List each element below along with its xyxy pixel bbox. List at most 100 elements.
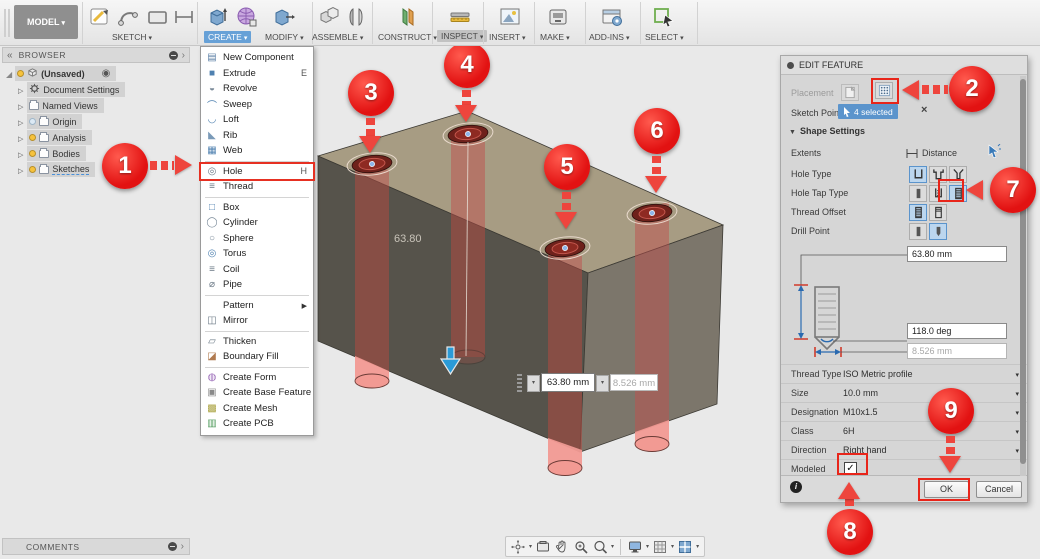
drill-point-flat-button[interactable] (909, 223, 927, 240)
collapse-panel-icon[interactable] (7, 50, 19, 61)
menu-item-loft[interactable]: ◡ Loft (201, 112, 313, 128)
spline-icon[interactable] (117, 5, 141, 29)
panel-scrollbar[interactable] (1020, 76, 1026, 476)
menu-item-torus[interactable]: ◎ Torus (201, 246, 313, 262)
browser-expand-icon[interactable] (182, 50, 185, 61)
sketch-menu[interactable]: SKETCH (112, 32, 152, 42)
depth-stepper-left[interactable]: ▾ (527, 375, 540, 392)
inspect-menu[interactable]: INSPECT (437, 30, 488, 42)
orbit-icon[interactable] (510, 539, 526, 555)
create-menu-button[interactable]: CREATE (204, 31, 252, 43)
joint-tool-icon[interactable] (344, 5, 368, 29)
menu-item-mirror[interactable]: ◫ Mirror (201, 313, 313, 329)
class-value[interactable]: 6H (843, 426, 1015, 436)
press-pull-icon[interactable] (272, 5, 296, 29)
insert-menu[interactable]: INSERT (489, 32, 526, 42)
menu-item-sphere[interactable]: ○ Sphere (201, 231, 313, 247)
direction-value[interactable]: Right hand (843, 445, 1015, 455)
thread-type-row[interactable]: Thread Type ISO Metric profile (781, 364, 1027, 383)
menu-item-hole[interactable]: ◎ Hole H (199, 161, 315, 181)
sketch-dimension-icon[interactable] (172, 5, 196, 29)
size-value[interactable]: 10.0 mm (843, 388, 1015, 398)
flip-direction-icon[interactable] (987, 144, 1001, 158)
class-row[interactable]: Class 6H (781, 421, 1027, 440)
orbit-caret-icon[interactable]: ▾ (529, 543, 532, 550)
construct-menu[interactable]: CONSTRUCT (378, 32, 437, 42)
new-component-tool-icon[interactable] (318, 5, 342, 29)
viewports-icon[interactable] (677, 539, 693, 555)
menu-item-web[interactable]: ▦ Web (201, 143, 313, 159)
shape-settings-section[interactable]: Shape Settings (789, 126, 865, 136)
pan-icon[interactable] (554, 539, 570, 555)
info-icon[interactable]: i (790, 481, 802, 493)
create-form-tool-icon[interactable] (234, 5, 258, 29)
clear-selection-icon[interactable] (921, 104, 927, 116)
viewports-caret-icon[interactable]: ▾ (696, 543, 699, 550)
menu-item-thread[interactable]: ≡ Thread (201, 179, 313, 195)
thread-type-value[interactable]: ISO Metric profile (843, 369, 1015, 379)
cancel-button[interactable]: Cancel (976, 481, 1022, 498)
thread-offset-partial-button[interactable] (929, 204, 947, 221)
menu-item-pattern[interactable]: Pattern (201, 298, 313, 314)
menu-item-new-component[interactable]: ▤ New Component (201, 50, 313, 66)
depth-stepper-right[interactable]: ▾ (596, 375, 609, 392)
scrollbar-thumb[interactable] (1020, 79, 1026, 464)
workspace-switcher[interactable]: MODEL (14, 5, 78, 39)
menu-item-sweep[interactable]: ⌒ Sweep (201, 97, 313, 113)
sketch-points-selection-badge[interactable]: 4 selected (838, 104, 898, 119)
zoom-window-icon[interactable] (592, 539, 608, 555)
drill-point-angle-button[interactable] (929, 223, 947, 240)
menu-item-rib[interactable]: ◣ Rib (201, 128, 313, 144)
menu-item-create-mesh[interactable]: ▩ Create Mesh (201, 401, 313, 417)
grid-settings-icon[interactable] (652, 539, 668, 555)
comments-expand-icon[interactable] (181, 541, 184, 552)
zoom-icon[interactable] (573, 539, 589, 555)
depth-dimension-input[interactable]: 63.80 mm (541, 373, 595, 392)
tap-type-simple-button[interactable] (909, 185, 927, 202)
hole-type-simple-button[interactable] (909, 166, 927, 183)
menu-item-thicken[interactable]: ▱ Thicken (201, 334, 313, 350)
dimension-drag-handle[interactable] (517, 374, 522, 392)
extents-value[interactable]: Distance (922, 148, 957, 158)
menu-item-create-form[interactable]: ◍ Create Form (201, 370, 313, 386)
angle-field[interactable] (907, 323, 1007, 339)
menu-item-pipe[interactable]: ⌀ Pipe (201, 277, 313, 293)
dialog-header[interactable]: EDIT FEATURE (781, 56, 1027, 75)
menu-item-create-pcb[interactable]: ▥ Create PCB (201, 416, 313, 432)
measure-tool-icon[interactable] (448, 5, 472, 29)
extrude-tool-icon[interactable] (206, 5, 230, 29)
menu-item-cylinder[interactable]: ◯ Cylinder (201, 215, 313, 231)
insert-image-icon[interactable] (498, 5, 522, 29)
zoom-window-caret-icon[interactable]: ▾ (611, 543, 614, 550)
comments-options-icon[interactable] (167, 542, 177, 551)
direction-row[interactable]: Direction Right hand (781, 440, 1027, 459)
menu-item-extrude[interactable]: ■ Extrude E (201, 66, 313, 82)
placement-face-button[interactable] (841, 84, 859, 101)
browser-header[interactable]: BROWSER (2, 47, 190, 63)
designation-row[interactable]: Designation M10x1.5 (781, 402, 1027, 421)
rectangle-tool-icon[interactable] (146, 5, 170, 29)
menu-item-create-base-feature[interactable]: ▣ Create Base Feature (201, 385, 313, 401)
browser-options-icon[interactable] (168, 50, 178, 60)
addins-icon[interactable] (600, 5, 624, 29)
diameter-dimension-input[interactable]: 8.526 mm (610, 374, 658, 391)
construct-plane-icon[interactable] (396, 5, 420, 29)
size-row[interactable]: Size 10.0 mm (781, 383, 1027, 402)
modify-menu[interactable]: MODIFY (265, 32, 304, 42)
assemble-menu[interactable]: ASSEMBLE (312, 32, 363, 42)
display-settings-icon[interactable] (627, 539, 643, 555)
display-settings-caret-icon[interactable]: ▾ (646, 543, 649, 550)
tip-diameter-field[interactable] (907, 343, 1007, 359)
menu-item-coil[interactable]: ≡ Coil (201, 262, 313, 278)
select-tool-icon[interactable] (652, 5, 676, 29)
comments-bar[interactable]: COMMENTS (2, 538, 190, 555)
look-at-icon[interactable] (535, 539, 551, 555)
menu-item-boundary-fill[interactable]: ◪ Boundary Fill (201, 349, 313, 365)
make-menu[interactable]: MAKE (540, 32, 570, 42)
grid-settings-caret-icon[interactable]: ▾ (671, 543, 674, 550)
select-menu[interactable]: SELECT (645, 32, 684, 42)
addins-menu[interactable]: ADD-INS (589, 32, 629, 42)
toolbar-grip[interactable] (4, 9, 10, 37)
create-sketch-icon[interactable] (88, 5, 112, 29)
make-3dprint-icon[interactable] (546, 5, 570, 29)
